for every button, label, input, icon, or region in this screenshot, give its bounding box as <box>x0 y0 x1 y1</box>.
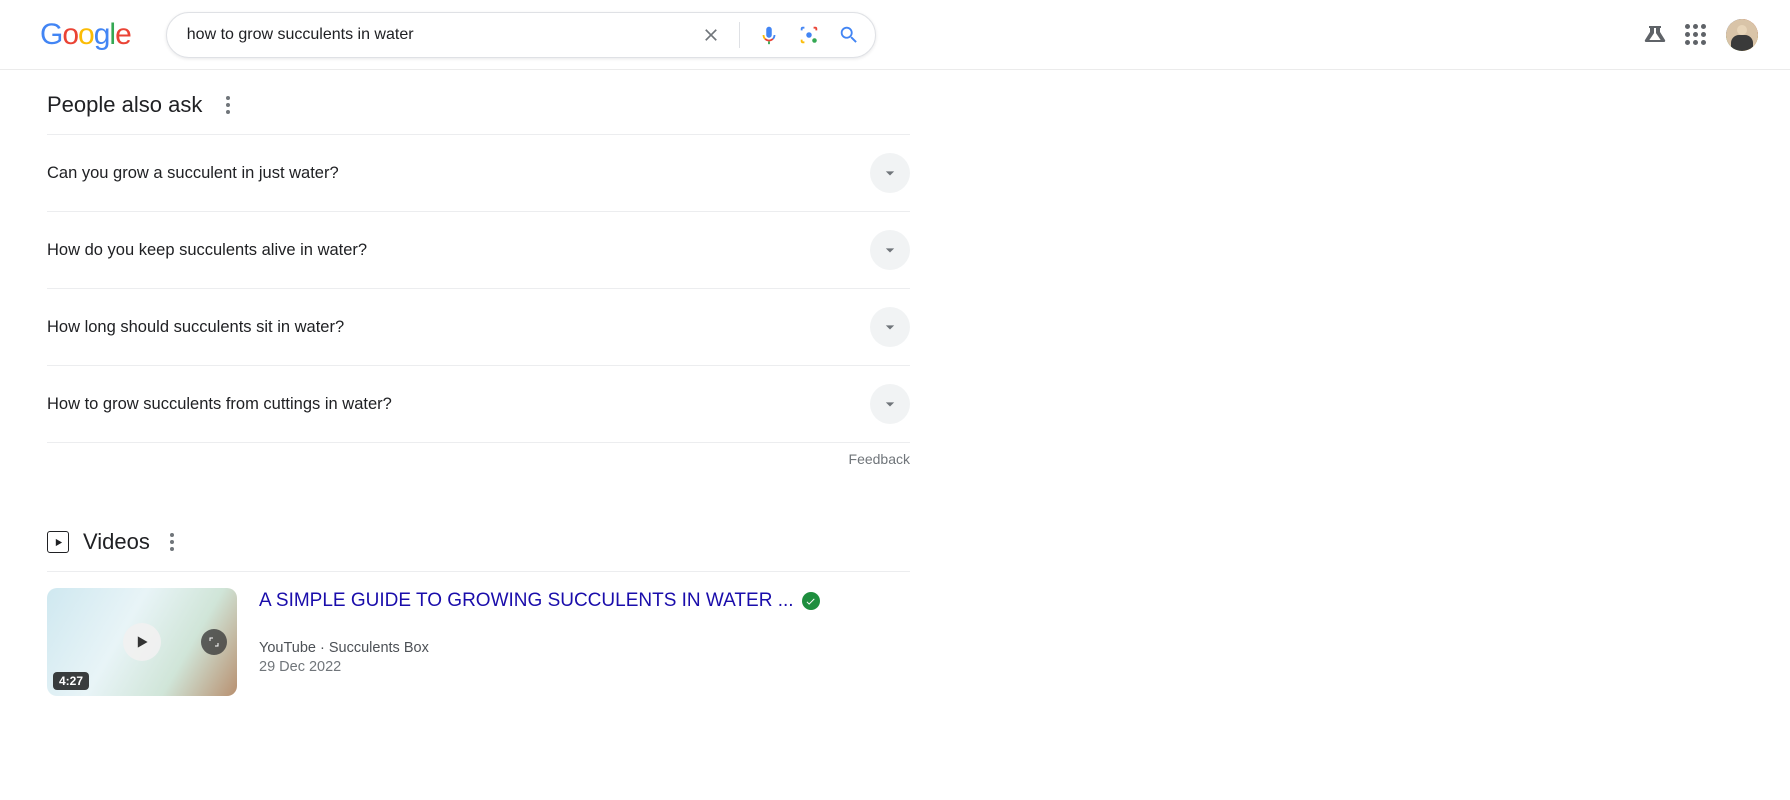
video-title-link[interactable]: A SIMPLE GUIDE TO GROWING SUCCULENTS IN … <box>259 590 794 612</box>
video-thumbnail[interactable]: 4:27 <box>47 588 237 696</box>
paa-item[interactable]: Can you grow a succulent in just water? <box>47 135 910 212</box>
voice-search-icon[interactable] <box>758 24 780 46</box>
search-input[interactable] <box>187 26 701 44</box>
paa-item[interactable]: How do you keep succulents alive in wate… <box>47 212 910 289</box>
paa-question: How do you keep succulents alive in wate… <box>47 241 367 260</box>
paa-item[interactable]: How to grow succulents from cuttings in … <box>47 366 910 443</box>
account-avatar[interactable] <box>1724 17 1760 53</box>
videos-section: Videos 4:27 A SIMPLE GUIDE TO GROWING SU… <box>47 527 910 696</box>
play-box-icon <box>47 531 69 553</box>
chevron-down-icon[interactable] <box>870 307 910 347</box>
paa-item[interactable]: How long should succulents sit in water? <box>47 289 910 366</box>
expand-icon[interactable] <box>201 629 227 655</box>
more-options-icon[interactable] <box>164 527 180 557</box>
paa-question: How long should succulents sit in water? <box>47 318 344 337</box>
chevron-down-icon[interactable] <box>870 153 910 193</box>
video-result: 4:27 A SIMPLE GUIDE TO GROWING SUCCULENT… <box>47 571 910 696</box>
apps-icon[interactable] <box>1685 24 1706 45</box>
paa-heading: People also ask <box>47 92 202 118</box>
feedback-link[interactable]: Feedback <box>47 451 910 467</box>
header: Google <box>0 0 1790 70</box>
search-icon[interactable] <box>838 24 860 46</box>
clear-icon[interactable] <box>701 25 721 45</box>
verified-badge-icon <box>802 592 820 610</box>
more-options-icon[interactable] <box>220 90 236 120</box>
lens-search-icon[interactable] <box>798 24 820 46</box>
search-results: People also ask Can you grow a succulent… <box>0 70 910 736</box>
google-logo[interactable]: Google <box>40 18 131 52</box>
video-duration: 4:27 <box>53 672 89 690</box>
video-date: 29 Dec 2022 <box>259 659 910 675</box>
paa-question: Can you grow a succulent in just water? <box>47 164 339 183</box>
search-box <box>166 12 876 58</box>
chevron-down-icon[interactable] <box>870 384 910 424</box>
people-also-ask-section: People also ask Can you grow a succulent… <box>47 90 910 467</box>
videos-heading: Videos <box>83 529 150 555</box>
paa-question: How to grow succulents from cuttings in … <box>47 395 392 414</box>
video-source: YouTube · Succulents Box <box>259 640 910 656</box>
divider <box>739 22 740 48</box>
chevron-down-icon[interactable] <box>870 230 910 270</box>
labs-icon[interactable] <box>1643 23 1667 47</box>
play-icon <box>123 623 161 661</box>
